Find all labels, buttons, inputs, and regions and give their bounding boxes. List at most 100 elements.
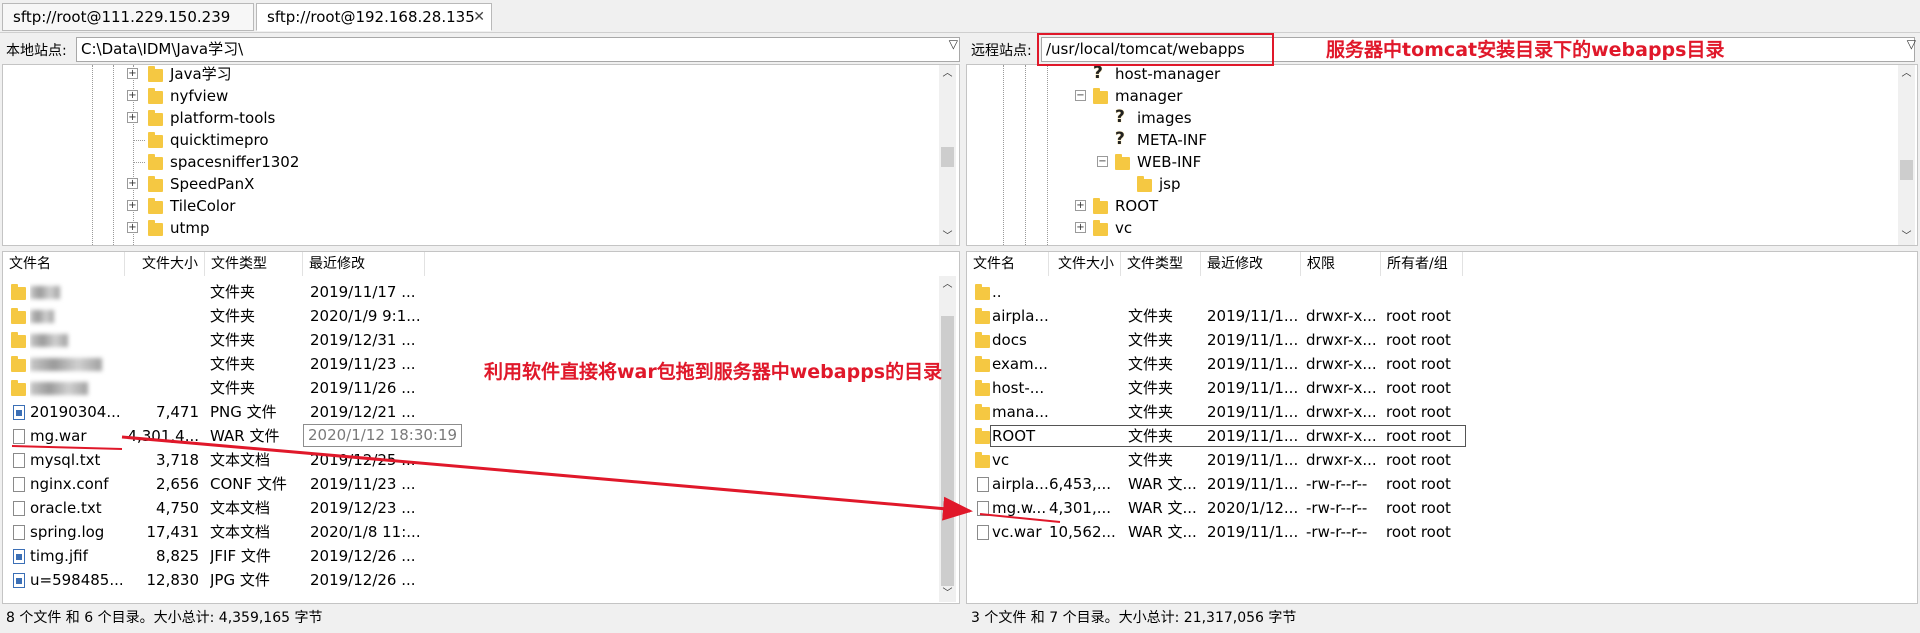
file-name: oracle.txt [30,499,102,517]
tree-item[interactable]: + ROOT [967,195,1867,217]
column-header[interactable]: 文件名 [3,252,125,276]
folder-icon [975,308,990,324]
table-row[interactable]: 20190304... 7,471 PNG 文件 2019/12/21 ... [3,400,938,424]
chevron-down-icon[interactable]: ▽ [1907,37,1916,51]
file-name: airpla... [992,307,1049,325]
folder-icon [11,308,26,324]
tree-item-label: vc [1115,219,1133,237]
table-row[interactable]: mysql.txt 3,718 文本文档 2019/12/25 ... [3,448,938,472]
scroll-thumb[interactable] [941,147,954,167]
tree-item[interactable]: spacesniffer1302 [3,151,933,173]
file-modified: 2020/1/12... [1207,499,1299,517]
tree-item[interactable]: + vc [967,217,1867,239]
tree-item-label: nyfview [170,87,229,105]
local-path-value: C:\Data\IDM\Java学习\ [81,40,244,58]
local-site-label: 本地站点: [6,43,67,59]
tree-item[interactable]: + nyfview [3,85,933,107]
chevron-up-icon[interactable]: ︿ [1898,65,1915,82]
tree-item-label: manager [1115,87,1183,105]
folder-icon [1093,198,1108,214]
column-header[interactable]: 文件类型 [1121,252,1201,276]
table-row[interactable]: mg.war4,301,4...WAR 文件2019/12/25 ... [3,424,938,448]
expand-icon[interactable]: + [1075,222,1086,233]
table-row[interactable]: u=598485... 12,830 JPG 文件 2019/12/26 ... [3,568,938,592]
chevron-up-icon[interactable]: ︿ [939,65,956,82]
chevron-up-icon[interactable]: ︿ [939,276,956,293]
expand-icon[interactable]: + [127,178,138,189]
remote-tree-scrollbar[interactable]: ︿ ﹀ [1898,65,1915,245]
chevron-down-icon[interactable]: ﹀ [939,228,956,245]
folder-icon [11,332,26,348]
tree-item[interactable]: − WEB-INF [967,151,1867,173]
table-row[interactable]: vc 文件夹 2019/11/1... drwxr-x... root root [967,448,1897,472]
folder-icon [975,380,990,396]
chevron-down-icon[interactable]: ﹀ [1898,228,1915,245]
table-row[interactable]: timg.jfif 8,825 JFIF 文件 2019/12/26 ... [3,544,938,568]
tab-sftp-111[interactable]: sftp://root@111.229.150.239 [2,3,254,31]
expand-icon[interactable]: − [1097,156,1108,167]
focus-outline [990,425,1466,447]
table-row[interactable]: airpla... 6,453,... WAR 文... 2019/11/1... -r… [967,472,1897,496]
column-header[interactable]: 文件类型 [205,252,303,276]
expand-icon[interactable]: + [127,222,138,233]
expand-icon[interactable]: − [1075,90,1086,101]
tree-item[interactable]: jsp [967,173,1867,195]
local-path-input[interactable]: C:\Data\IDM\Java学习\ [76,37,960,62]
tab-label: sftp://root@192.168.28.135 [267,8,475,26]
tree-item[interactable]: + SpeedPanX [3,173,933,195]
tree-item[interactable]: quicktimepro [3,129,933,151]
column-header[interactable]: 文件大小 [1049,252,1121,276]
tree-item[interactable]: ? META-INF [967,129,1867,151]
file-name: airpla... [992,475,1049,493]
folder-icon [975,332,990,348]
expand-icon[interactable]: + [127,68,138,79]
tab-bar: sftp://root@111.229.150.239 sftp://root@… [0,0,1920,33]
tree-item[interactable]: + platform-tools [3,107,933,129]
close-icon[interactable]: ✕ [473,4,485,30]
column-header[interactable]: 文件大小 [125,252,205,276]
file-owner: root root [1386,355,1451,373]
expand-icon[interactable]: + [127,90,138,101]
column-header[interactable]: 权限 [1301,252,1381,276]
column-header[interactable]: 最近修改 [1201,252,1301,276]
scroll-thumb[interactable] [941,316,954,586]
table-row[interactable]: 文件夹 2019/12/31 ... [3,328,938,352]
scroll-thumb[interactable] [1900,160,1913,180]
table-row[interactable]: spring.log 17,431 文本文档 2020/1/8 11:... [3,520,938,544]
table-row[interactable]: mg.w... 4,301,... WAR 文... 2020/1/12... -rw-… [967,496,1897,520]
tree-item[interactable]: + TileColor [3,195,933,217]
column-header[interactable]: 文件名 [967,252,1049,276]
tab-sftp-192[interactable]: sftp://root@192.168.28.135 ✕ [256,3,492,31]
local-tree-scrollbar[interactable]: ︿ ﹀ [939,65,956,245]
chevron-down-icon[interactable]: ﹀ [939,585,956,602]
table-row[interactable]: ROOT 文件夹 2019/11/1... drwxr-x... root root [967,424,1897,448]
table-row[interactable]: nginx.conf 2,656 CONF 文件 2019/11/23 ... [3,472,938,496]
tree-item-label: SpeedPanX [170,175,255,193]
column-header[interactable]: 所有者/组 [1381,252,1463,276]
file-permissions: -rw-r--r-- [1306,475,1368,493]
table-row[interactable]: .. [967,280,1897,304]
table-row[interactable]: exam... 文件夹 2019/11/1... drwxr-x... root roo… [967,352,1897,376]
table-row[interactable]: vc.war 10,562... WAR 文... 2019/11/1... -rw-r… [967,520,1897,544]
tree-item[interactable]: + utmp [3,217,933,239]
table-row[interactable]: host-... 文件夹 2019/11/1... drwxr-x... root ro… [967,376,1897,400]
column-header[interactable]: 最近修改 [303,252,425,276]
tree-item[interactable]: − manager [967,85,1867,107]
tree-item[interactable]: ? host-manager [967,65,1867,85]
chevron-down-icon[interactable]: ▽ [949,37,958,51]
file-modified: 2019/12/21 ... [310,403,416,421]
table-row[interactable]: airpla... 文件夹 2019/11/1... drwxr-x... root r… [967,304,1897,328]
table-row[interactable]: mana... 文件夹 2019/11/1... drwxr-x... root roo… [967,400,1897,424]
file-type: 文件夹 [210,307,256,325]
expand-icon[interactable]: + [127,112,138,123]
table-row[interactable]: docs 文件夹 2019/11/1... drwxr-x... root root [967,328,1897,352]
table-row[interactable]: oracle.txt 4,750 文本文档 2019/12/23 ... [3,496,938,520]
expand-icon[interactable]: + [1075,200,1086,211]
local-list-scrollbar[interactable]: ︿ ﹀ [939,276,956,602]
expand-icon[interactable]: + [127,200,138,211]
table-row[interactable]: 文件夹 2019/11/17 ... [3,280,938,304]
tree-item-label: host-manager [1115,65,1221,83]
tree-item[interactable]: ? images [967,107,1867,129]
table-row[interactable]: 文件夹 2020/1/9 9:1... [3,304,938,328]
tree-item[interactable]: + Java学习 [3,65,933,85]
